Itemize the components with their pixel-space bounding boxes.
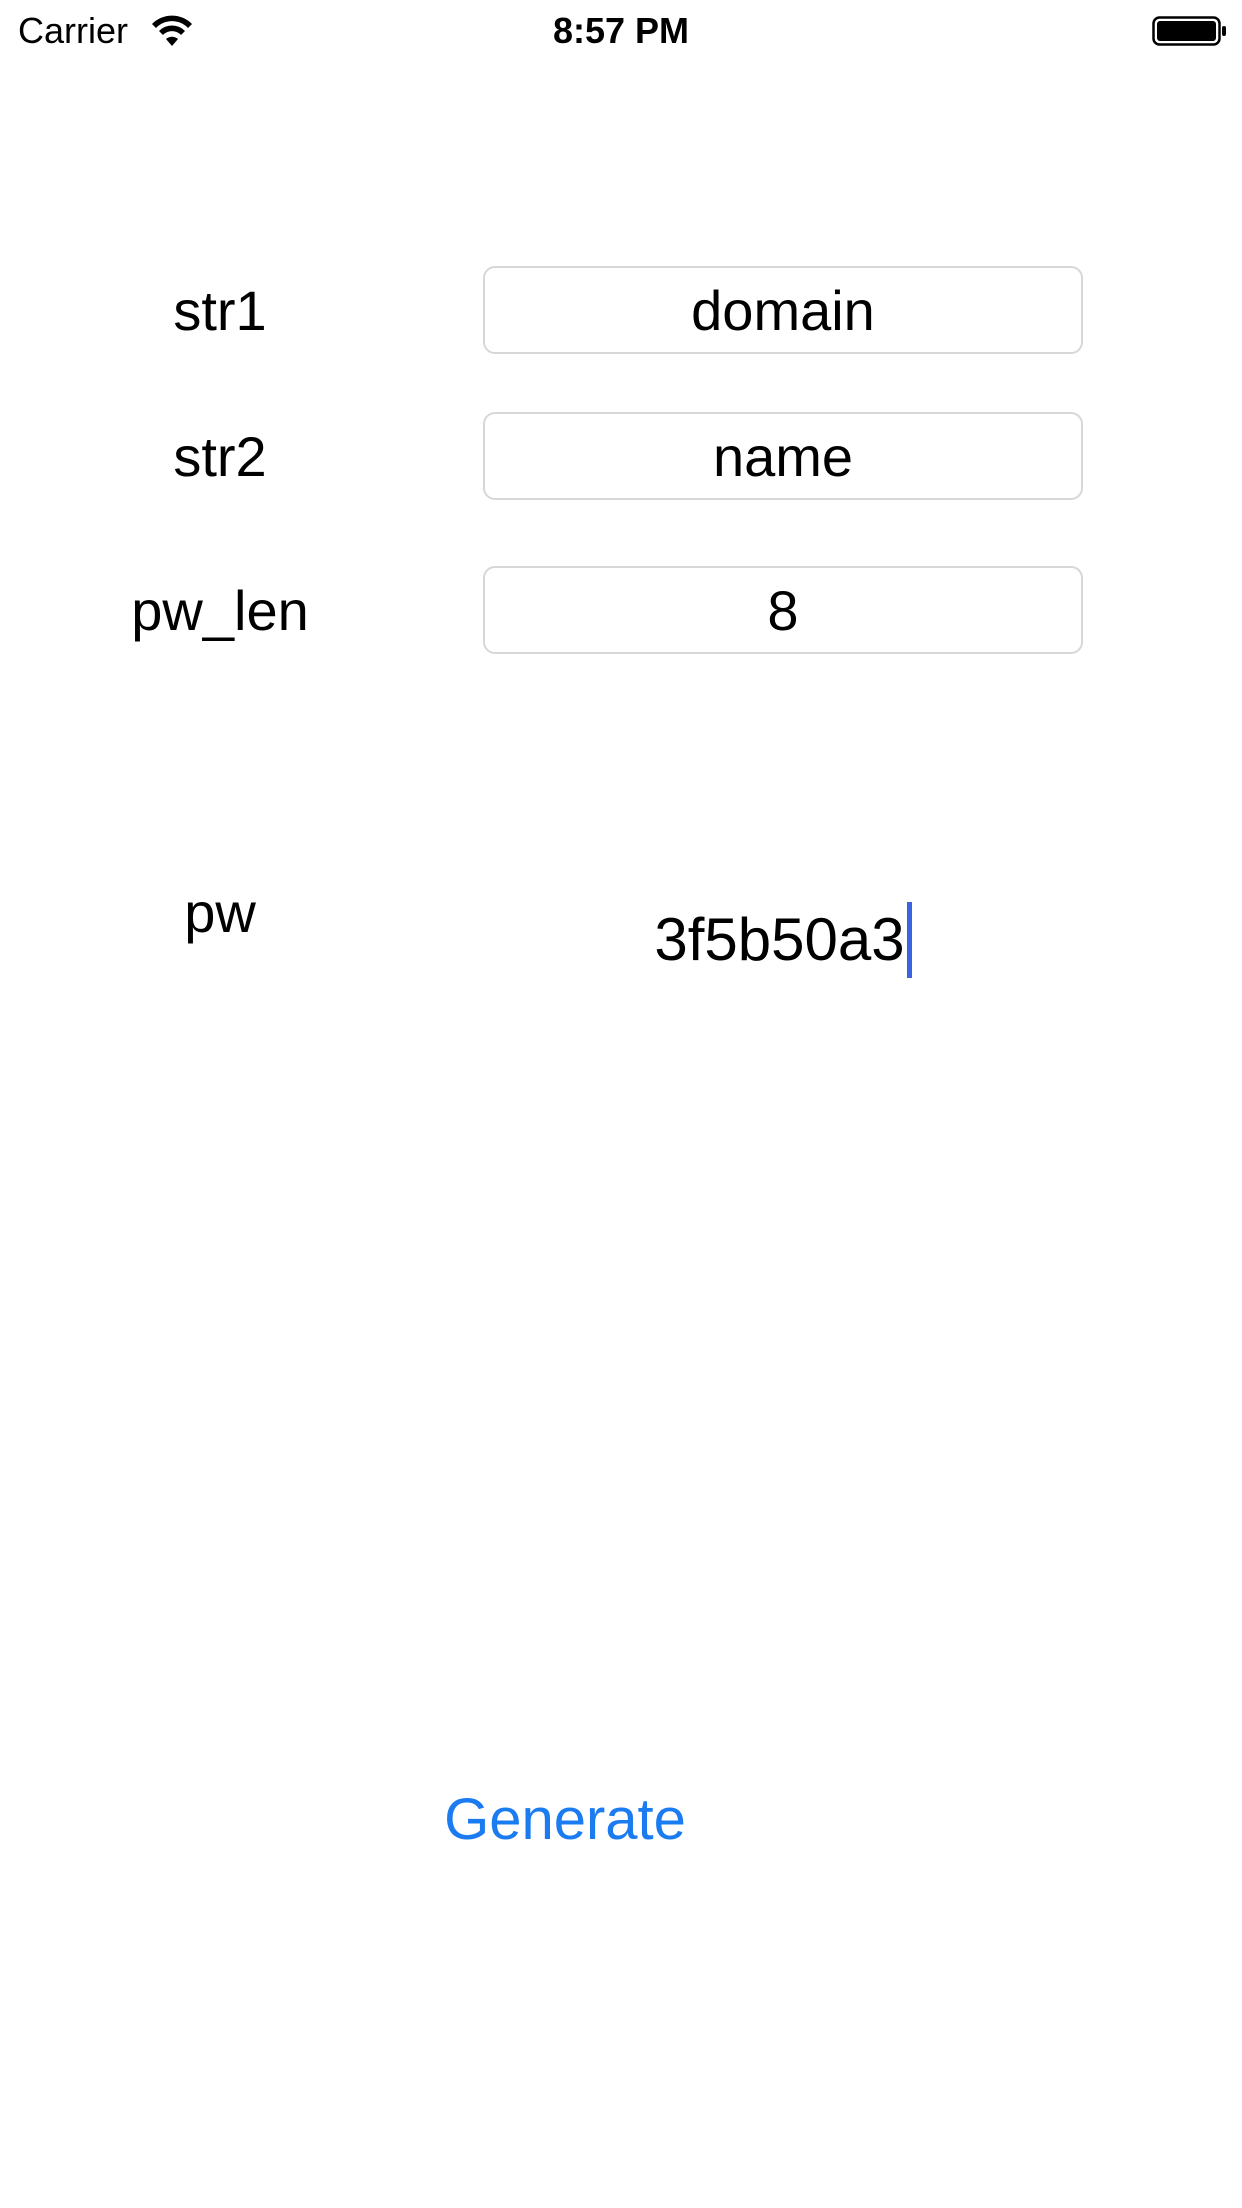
pw-label: pw [184, 881, 256, 944]
str2-field[interactable] [483, 412, 1083, 500]
pw-output-text: 3f5b50a3 [654, 906, 905, 973]
pw-len-field[interactable] [483, 566, 1083, 654]
status-bar: Carrier 8:57 PM [0, 0, 1242, 60]
pw-len-label: pw_len [131, 579, 309, 642]
pw-output-field[interactable]: 3f5b50a3 [483, 900, 1083, 980]
text-caret [906, 902, 912, 979]
str1-field[interactable] [483, 266, 1083, 354]
str2-label: str2 [173, 425, 267, 488]
str1-label: str1 [173, 279, 267, 342]
battery-icon [1152, 14, 1228, 48]
generate-button[interactable]: Generate [420, 1780, 710, 1860]
status-time: 8:57 PM [552, 10, 690, 51]
